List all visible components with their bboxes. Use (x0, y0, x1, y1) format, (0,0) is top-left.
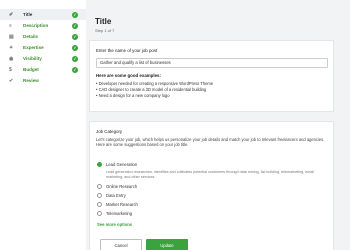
expertise-icon: ✦ (9, 44, 14, 51)
job-post-card: Enter the name of your job post Gather a… (89, 40, 334, 112)
radio[interactable] (97, 193, 102, 198)
option-description: Lead generation researches, identifies a… (106, 170, 315, 179)
option-label: Data Entry (106, 193, 126, 198)
category-option-lead-generation[interactable]: Lead Generation (97, 162, 137, 167)
sidebar-item-label: Details (23, 34, 39, 39)
category-option-market-research[interactable]: Market Research (97, 202, 138, 207)
sidebar-item-title[interactable]: ✐ Title ✓ (0, 9, 86, 20)
radio[interactable] (97, 202, 102, 207)
step-indicator: Step 1 of 7 (95, 28, 115, 33)
sidebar-item-label: Title (23, 12, 33, 17)
check-icon: ✓ (72, 11, 78, 18)
review-check-icon: ✔ (9, 77, 14, 84)
cancel-button[interactable]: Cancel (100, 239, 142, 250)
update-button[interactable]: Update (146, 239, 188, 250)
description-icon: ≡ (9, 22, 12, 29)
check-icon: ✓ (72, 44, 78, 51)
sidebar-item-expertise[interactable]: ✦ Expertise ✓ (0, 42, 86, 53)
option-label: Market Research (106, 202, 138, 207)
option-label: Lead Generation (106, 162, 138, 167)
check-icon: ✓ (72, 55, 78, 62)
job-category-card: Job Category Let's categorize your job, … (89, 121, 334, 250)
job-category-intro: Let's categorize your job, which helps u… (96, 137, 325, 147)
steps-sidebar: ✐ Title ✓ ≡ Description ✓ ▤ Details ✓ ✦ … (0, 0, 86, 250)
category-option-telemarketing[interactable]: Telemarketing (97, 211, 132, 216)
list-item: Need a design for a new company logo (96, 93, 213, 99)
radio[interactable] (97, 184, 102, 189)
option-label: Telemarketing (106, 211, 133, 216)
radio[interactable] (97, 211, 102, 216)
sidebar-item-budget[interactable]: $ Budget ✓ (0, 64, 86, 75)
check-icon: ✓ (72, 66, 78, 73)
see-more-options-link[interactable]: See more options (97, 222, 132, 227)
sidebar-item-label: Visibility (23, 56, 42, 61)
examples-heading: Here are some good examples: (96, 73, 161, 78)
sidebar-item-details[interactable]: ▤ Details ✓ (0, 31, 86, 42)
page-header: Title Step 1 of 7 (95, 17, 114, 33)
sidebar-item-review[interactable]: ✔ Review (0, 75, 86, 86)
pencil-icon: ✐ (9, 11, 14, 18)
check-icon: ✓ (72, 22, 78, 29)
eye-icon: ◉ (9, 55, 14, 62)
examples-list: Developer needed for creating a responsi… (96, 81, 214, 99)
sidebar-item-label: Review (23, 78, 39, 83)
sidebar-item-label: Description (23, 23, 49, 28)
option-label: Online Research (106, 184, 138, 189)
job-post-name-input[interactable]: Gather and qualify a list of businesses (96, 58, 328, 68)
details-icon: ▤ (9, 33, 14, 40)
sidebar-item-visibility[interactable]: ◉ Visibility ✓ (0, 53, 86, 64)
category-option-data-entry[interactable]: Data Entry (97, 193, 126, 198)
category-option-online-research[interactable]: Online Research (97, 184, 137, 189)
page-title: Title (95, 17, 112, 26)
dollar-icon: $ (9, 66, 12, 73)
check-icon: ✓ (72, 33, 78, 40)
radio-selected[interactable] (97, 162, 102, 167)
job-category-heading: Job Category (96, 129, 123, 134)
job-post-name-label: Enter the name of your job post (96, 48, 158, 53)
sidebar-item-description[interactable]: ≡ Description ✓ (0, 20, 86, 31)
sidebar-item-label: Expertise (23, 45, 44, 50)
sidebar-item-label: Budget (23, 67, 39, 72)
